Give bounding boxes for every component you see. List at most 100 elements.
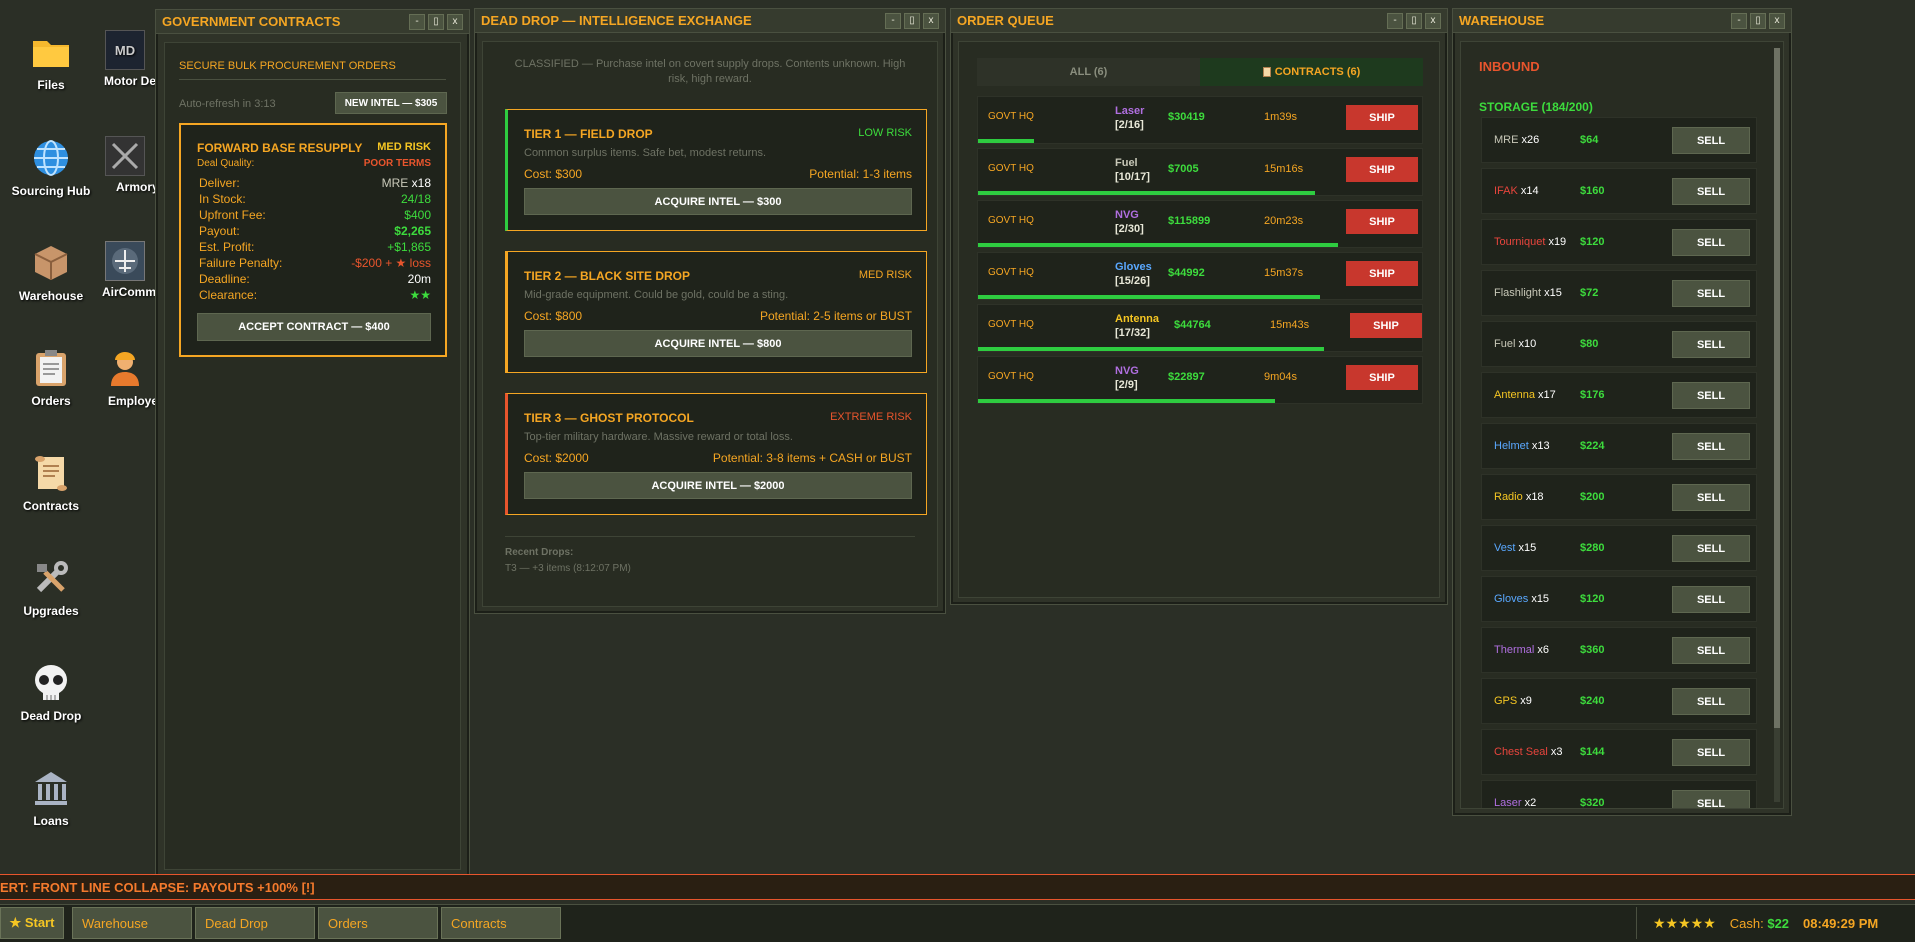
desktop-icon-label: Loans xyxy=(33,814,69,828)
order-item: Gloves [15/26] xyxy=(1115,260,1152,288)
item-name: Gloves xyxy=(1494,593,1529,605)
order-progress-bar xyxy=(978,243,1338,247)
order-price: $44992 xyxy=(1168,267,1205,279)
desktop-icon-dead-drop[interactable]: Dead Drop xyxy=(6,661,96,723)
sell-button[interactable]: SELL xyxy=(1672,280,1750,307)
ship-button[interactable]: SHIP xyxy=(1346,157,1418,182)
warehouse-row: Laser x2 $320 SELL xyxy=(1481,780,1757,809)
close-button[interactable]: x xyxy=(923,12,939,29)
divider xyxy=(179,79,446,80)
close-button[interactable]: x xyxy=(1425,12,1441,29)
ship-button[interactable]: SHIP xyxy=(1346,105,1418,130)
item-qty: x6 xyxy=(1537,644,1550,656)
sell-button[interactable]: SELL xyxy=(1672,433,1750,460)
item-label: Radio x18 xyxy=(1494,491,1544,503)
tier-potential: Potential: 3-8 items + CASH or BUST xyxy=(712,451,912,465)
sell-button[interactable]: SELL xyxy=(1672,178,1750,205)
window-titlebar[interactable]: WAREHOUSE - ▯ x xyxy=(1453,9,1791,33)
desktop-icon-aircomm[interactable]: AirComm xyxy=(90,241,160,299)
ship-button[interactable]: SHIP xyxy=(1346,365,1418,390)
order-item: Fuel [10/17] xyxy=(1115,156,1150,184)
acquire-intel-button[interactable]: ACQUIRE INTEL — $300 xyxy=(524,188,912,215)
row-key: Deliver: xyxy=(199,176,240,190)
taskbar-item-orders[interactable]: Orders xyxy=(318,907,438,939)
row-value: $400 xyxy=(404,208,431,222)
desktop-icon-armory[interactable]: Armory xyxy=(90,136,160,194)
desktop-icon-motor-depot[interactable]: MD Motor De xyxy=(90,30,160,88)
desktop-icon-contracts[interactable]: Contracts xyxy=(6,451,96,513)
sell-button[interactable]: SELL xyxy=(1672,331,1750,358)
tab-contracts-label: CONTRACTS (6) xyxy=(1274,66,1361,78)
warehouse-scrollbar[interactable] xyxy=(1774,48,1780,802)
tab-all[interactable]: ALL (6) xyxy=(977,58,1200,86)
window-title: ORDER QUEUE xyxy=(957,13,1054,28)
sell-button[interactable]: SELL xyxy=(1672,535,1750,562)
desktop-icon-files[interactable]: Files xyxy=(6,30,96,92)
maximize-button[interactable]: ▯ xyxy=(904,12,920,29)
desktop-icon-label: Contracts xyxy=(22,499,79,513)
desktop-icon-employees[interactable]: Employe xyxy=(90,346,160,408)
minimize-button[interactable]: - xyxy=(409,13,425,30)
row-key: Est. Profit: xyxy=(199,240,255,254)
close-button[interactable]: x xyxy=(1769,12,1785,29)
window-titlebar[interactable]: GOVERNMENT CONTRACTS - ▯ x xyxy=(156,10,469,34)
sell-button[interactable]: SELL xyxy=(1672,484,1750,511)
tab-contracts[interactable]: CONTRACTS (6) xyxy=(1200,58,1423,86)
ship-button[interactable]: SHIP xyxy=(1346,261,1418,286)
minimize-button[interactable]: - xyxy=(885,12,901,29)
minimize-button[interactable]: - xyxy=(1387,12,1403,29)
desktop-icon-label: Warehouse xyxy=(18,289,84,303)
scroll-icon xyxy=(1262,67,1271,77)
desktop-icon-warehouse[interactable]: Warehouse xyxy=(6,241,96,303)
order-item-name: NVG xyxy=(1115,209,1139,221)
tier-cost: Cost: $300 xyxy=(524,167,583,181)
maximize-button[interactable]: ▯ xyxy=(1406,12,1422,29)
window-titlebar[interactable]: ORDER QUEUE - ▯ x xyxy=(951,9,1447,33)
desktop-icon-label: Files xyxy=(37,78,65,92)
contract-name: FORWARD BASE RESUPPLY xyxy=(197,141,363,155)
desktop-icon-sourcing-hub[interactable]: Sourcing Hub xyxy=(6,136,96,198)
item-name: Laser xyxy=(1494,797,1522,809)
taskbar-item-warehouse[interactable]: Warehouse xyxy=(72,907,192,939)
warehouse-row: GPS x9 $240 SELL xyxy=(1481,678,1757,724)
maximize-button[interactable]: ▯ xyxy=(428,13,444,30)
item-price: $160 xyxy=(1580,185,1605,197)
ship-button[interactable]: SHIP xyxy=(1346,209,1418,234)
minimize-button[interactable]: - xyxy=(1731,12,1747,29)
close-button[interactable]: x xyxy=(447,13,463,30)
order-row: GOVT HQ Gloves [15/26] $44992 15m37s SHIP xyxy=(977,252,1423,300)
sell-button[interactable]: SELL xyxy=(1672,790,1750,808)
desktop-icon-loans[interactable]: Loans xyxy=(6,766,96,828)
order-item: NVG [2/30] xyxy=(1115,208,1144,236)
sell-button[interactable]: SELL xyxy=(1672,229,1750,256)
desktop-icon-upgrades[interactable]: Upgrades xyxy=(6,556,96,618)
sell-button[interactable]: SELL xyxy=(1672,586,1750,613)
accept-contract-button[interactable]: ACCEPT CONTRACT — $400 xyxy=(197,313,431,341)
order-client: GOVT HQ xyxy=(988,215,1034,226)
taskbar-item-dead-drop[interactable]: Dead Drop xyxy=(195,907,315,939)
acquire-intel-button[interactable]: ACQUIRE INTEL — $2000 xyxy=(524,472,912,499)
warehouse-row: Gloves x15 $120 SELL xyxy=(1481,576,1757,622)
item-name: Antenna xyxy=(1494,389,1535,401)
window-titlebar[interactable]: DEAD DROP — INTELLIGENCE EXCHANGE - ▯ x xyxy=(475,9,945,33)
sell-button[interactable]: SELL xyxy=(1672,127,1750,154)
acquire-intel-button[interactable]: ACQUIRE INTEL — $800 xyxy=(524,330,912,357)
box-icon xyxy=(29,241,73,285)
tier-name: TIER 2 — BLACK SITE DROP xyxy=(524,269,691,283)
maximize-button[interactable]: ▯ xyxy=(1750,12,1766,29)
ship-button[interactable]: SHIP xyxy=(1350,313,1422,338)
contract-row-deadline: Deadline: 20m xyxy=(199,272,431,286)
warehouse-panel: INBOUND STORAGE (184/200) MRE x26 $64 SELL… xyxy=(1460,41,1784,809)
sell-button[interactable]: SELL xyxy=(1672,688,1750,715)
order-item: Antenna [17/32] xyxy=(1115,312,1159,340)
desktop-icon-orders[interactable]: Orders xyxy=(6,346,96,408)
new-intel-button[interactable]: NEW INTEL — $305 xyxy=(335,92,447,114)
sell-button[interactable]: SELL xyxy=(1672,739,1750,766)
sell-button[interactable]: SELL xyxy=(1672,382,1750,409)
sell-button[interactable]: SELL xyxy=(1672,637,1750,664)
taskbar-item-contracts[interactable]: Contracts xyxy=(441,907,561,939)
storage-heading: STORAGE (184/200) xyxy=(1479,100,1593,114)
scrollbar-thumb[interactable] xyxy=(1774,48,1780,728)
start-button[interactable]: ★ Start xyxy=(0,907,64,939)
warehouse-row: IFAK x14 $160 SELL xyxy=(1481,168,1757,214)
